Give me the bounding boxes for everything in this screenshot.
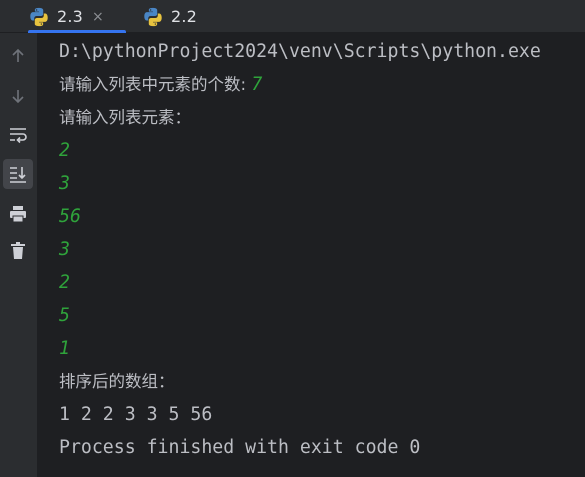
user-input-line: 3 (59, 173, 70, 194)
tab-label: 2.3 (57, 7, 84, 26)
user-input-line: 3 (59, 239, 70, 260)
scroll-to-end-button[interactable] (3, 159, 33, 189)
user-input-line: 1 (59, 338, 70, 359)
close-icon[interactable]: × (92, 9, 104, 25)
run-console-window: 2.3 × 2.2 D:\pythonProject2024\venv\Scri… (0, 0, 585, 477)
user-input-value: 7 (251, 74, 263, 95)
console-output[interactable]: D:\pythonProject2024\venv\Scripts\python… (38, 33, 585, 477)
command-line: D:\pythonProject2024\venv\Scripts\python… (59, 41, 541, 62)
scroll-down-button[interactable] (3, 81, 33, 111)
tab-2-3[interactable]: 2.3 × (28, 0, 126, 33)
python-icon (144, 7, 162, 26)
scroll-up-button[interactable] (3, 41, 33, 71)
sorted-result-line: 1 2 2 3 3 5 56 (59, 404, 213, 425)
console-toolbar (0, 33, 38, 477)
soft-wrap-button[interactable] (3, 120, 33, 150)
sorted-label: 排序后的数组： (59, 372, 175, 391)
scroll-up-icon (12, 48, 24, 62)
sorted-label-line: 排序后的数组： (59, 370, 175, 394)
prompt-count-line: 请输入列表中元素的个数: 7 (59, 73, 262, 97)
prompt-elements-line: 请输入列表元素： (59, 106, 191, 130)
clear-all-button[interactable] (3, 236, 33, 266)
prompt-text: 请输入列表元素： (59, 108, 191, 127)
tab-2-2[interactable]: 2.2 (142, 0, 227, 33)
run-tab-bar: 2.3 × 2.2 (0, 0, 585, 33)
python-icon (30, 7, 48, 26)
user-input-line: 56 (59, 206, 81, 227)
tab-label: 2.2 (171, 7, 198, 26)
user-input-line: 2 (59, 140, 70, 161)
scroll-down-icon (12, 90, 24, 104)
exit-message-line: Process finished with exit code 0 (59, 437, 421, 458)
scroll-to-end-icon (10, 167, 26, 183)
user-input-line: 2 (59, 272, 70, 293)
print-icon (10, 206, 26, 223)
print-button[interactable] (3, 199, 33, 229)
user-input-line: 5 (59, 305, 70, 326)
soft-wrap-icon (10, 128, 27, 144)
prompt-text: 请输入列表中元素的个数: (59, 75, 252, 94)
trash-icon (11, 242, 25, 259)
